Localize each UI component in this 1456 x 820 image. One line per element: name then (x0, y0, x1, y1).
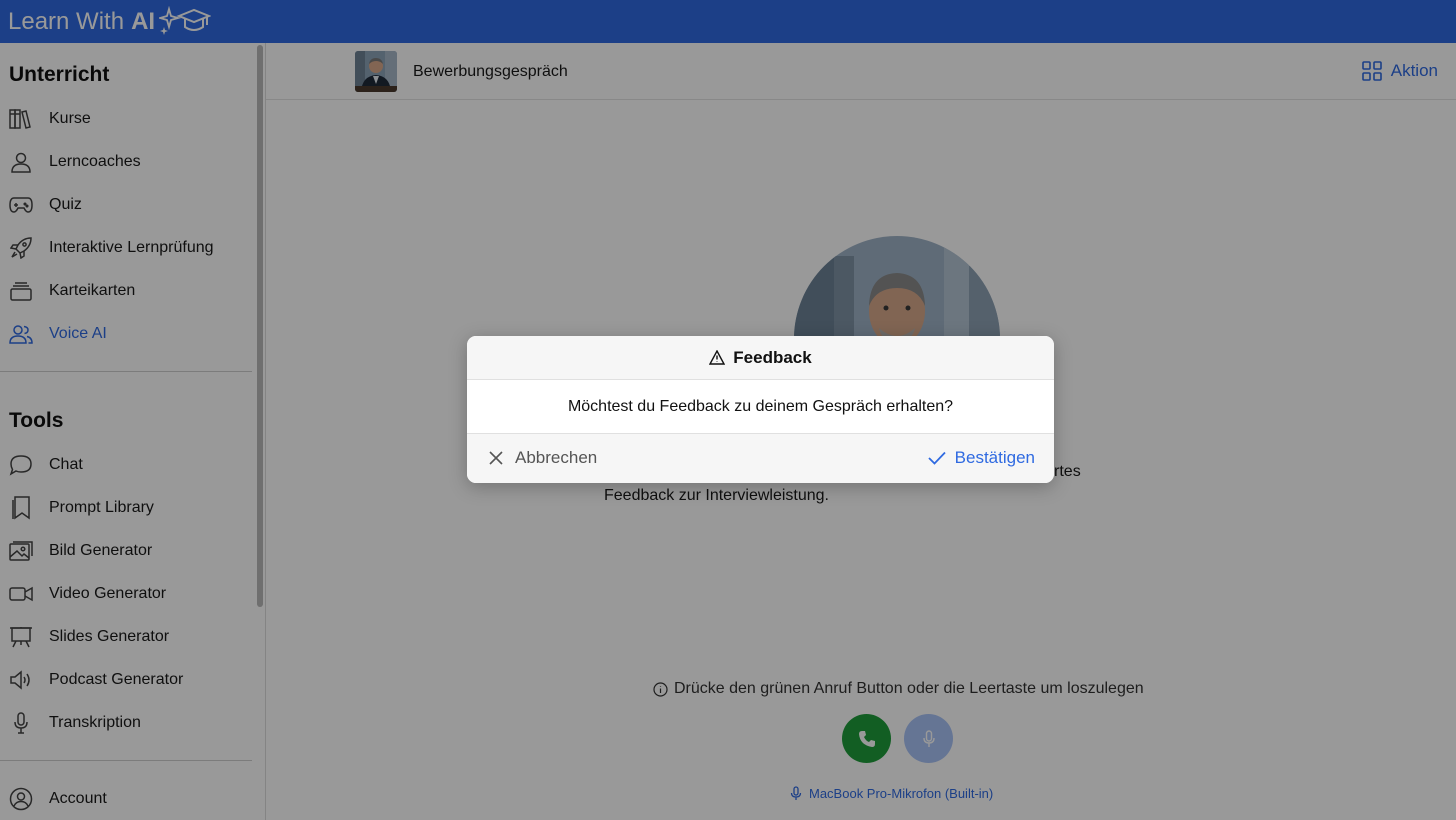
checkmark-icon (928, 451, 946, 465)
feedback-dialog: Feedback Möchtest du Feedback zu deinem … (467, 336, 1054, 483)
dialog-body: Möchtest du Feedback zu deinem Gespräch … (467, 380, 1054, 434)
cancel-button-label: Abbrechen (515, 448, 598, 467)
close-icon (489, 451, 503, 465)
confirm-button[interactable]: Bestätigen (928, 448, 1035, 468)
warning-icon (709, 350, 726, 365)
dialog-footer: Abbrechen Bestätigen (467, 434, 1054, 483)
dialog-message: Möchtest du Feedback zu deinem Gespräch … (567, 397, 954, 415)
dialog-title: Feedback (733, 347, 812, 367)
dialog-header: Feedback (467, 336, 1054, 380)
cancel-button[interactable]: Abbrechen (489, 448, 597, 468)
confirm-button-label: Bestätigen (954, 448, 1035, 467)
